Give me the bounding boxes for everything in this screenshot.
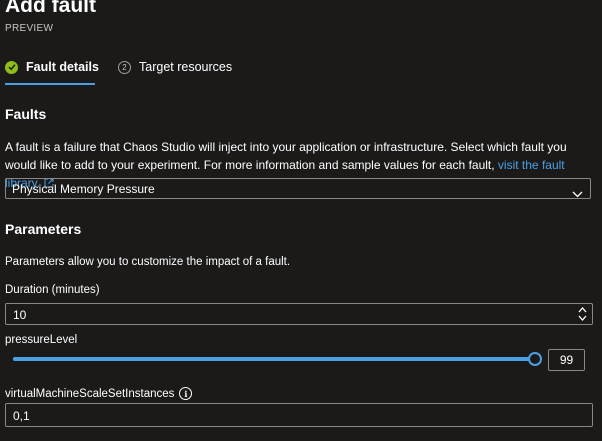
spin-up-icon[interactable] [578, 306, 587, 314]
vmss-value: 0,1 [13, 409, 30, 423]
vmss-label: virtualMachineScaleSetInstances i [5, 387, 193, 400]
spin-down-icon[interactable] [578, 314, 587, 322]
parameters-heading: Parameters [5, 221, 82, 237]
pressure-value-input[interactable]: 99 [548, 349, 585, 371]
fault-dropdown[interactable]: Physical Memory Pressure [5, 178, 591, 199]
step-number-icon: 2 [118, 60, 131, 74]
pressure-slider-fill [13, 357, 535, 361]
vmss-input[interactable]: 0,1 [5, 403, 593, 427]
parameters-description: Parameters allow you to customize the im… [5, 256, 291, 268]
active-tab-indicator [5, 83, 95, 85]
wizard-tabs: Fault details 2 Target resources [5, 60, 305, 87]
duration-value: 10 [13, 308, 27, 322]
faults-heading: Faults [5, 106, 47, 122]
info-icon[interactable]: i [179, 387, 193, 400]
duration-input[interactable]: 10 [5, 303, 593, 325]
pressure-slider-thumb[interactable] [528, 352, 542, 366]
tab-label: Target resources [139, 60, 233, 74]
pressure-level-label: pressureLevel [5, 334, 78, 346]
preview-label: PREVIEW [5, 23, 54, 34]
page-title: Add fault [5, 0, 96, 17]
chevron-down-icon [572, 185, 583, 203]
tab-fault-details[interactable]: Fault details [5, 60, 99, 74]
tab-label: Fault details [26, 60, 99, 74]
faults-description-text: A fault is a failure that Chaos Studio w… [5, 140, 567, 172]
pressure-slider-track[interactable] [13, 357, 535, 361]
vmss-label-text: virtualMachineScaleSetInstances [5, 387, 175, 400]
duration-label: Duration (minutes) [5, 284, 100, 296]
tab-target-resources[interactable]: 2 Target resources [118, 60, 232, 74]
checkmark-icon [5, 60, 18, 74]
fault-dropdown-value: Physical Memory Pressure [12, 182, 155, 196]
duration-spinner[interactable] [578, 306, 587, 322]
